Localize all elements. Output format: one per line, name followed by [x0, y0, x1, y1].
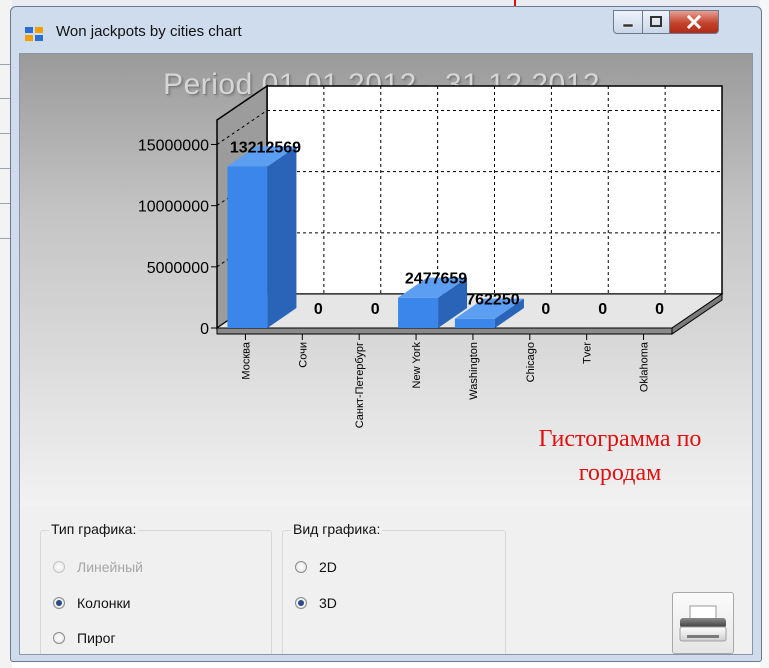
chart-type-group: Тип графика: Линейный Колонки Пирог — [40, 521, 272, 654]
chart-view-group: Вид графика: 2D 3D — [282, 521, 506, 654]
bar-value-label: 0 — [371, 301, 380, 318]
x-axis-category-label: Москва — [240, 341, 252, 379]
minimize-icon — [622, 23, 634, 28]
y-axis-tick-label: 15000000 — [138, 137, 209, 154]
minimize-button[interactable] — [613, 10, 643, 34]
bar-value-label: 0 — [598, 301, 607, 318]
bar-value-label: 0 — [314, 301, 323, 318]
x-axis-category-label: Санкт-Петербург — [354, 342, 366, 428]
radio-pie-circle — [53, 632, 65, 644]
bar-value-label: 13212569 — [230, 139, 301, 156]
close-button[interactable] — [669, 10, 719, 34]
x-axis-category-label: Washington — [468, 342, 480, 400]
client-area: Period 01.01.2012 - 31.12.2012. 0 5000000… — [19, 53, 753, 655]
close-icon — [686, 14, 702, 30]
radio-line-circle — [53, 561, 65, 573]
radio-line-label: Линейный — [77, 559, 143, 575]
bar-value-label: 0 — [541, 301, 550, 318]
annotation-line-1: Гистограмма по — [538, 426, 702, 452]
chart-type-legend: Тип графика: — [49, 521, 139, 537]
bar — [398, 297, 439, 328]
chart-window: Won jackpots by cities chart Period 01.0… — [10, 6, 762, 662]
maximize-button[interactable] — [642, 10, 670, 34]
y-axis-tick-label: 10000000 — [138, 199, 209, 216]
y-axis-tick-label: 0 — [200, 321, 209, 338]
annotation-text: Гистограмма по городам — [480, 422, 752, 490]
radio-columns-label: Колонки — [77, 595, 131, 611]
chart-area: Period 01.01.2012 - 31.12.2012. 0 5000000… — [20, 54, 752, 506]
window-title: Won jackpots by cities chart — [56, 23, 242, 40]
app-icon — [25, 27, 43, 41]
radio-2d-label: 2D — [319, 559, 337, 575]
annotation-line-2: городам — [578, 460, 662, 486]
radio-3d-circle — [295, 597, 307, 609]
title-bar[interactable]: Won jackpots by cities chart — [11, 7, 761, 51]
y-axis-tick-label: 5000000 — [147, 260, 209, 277]
radio-2d-circle — [295, 561, 307, 573]
radio-columns-circle — [53, 597, 65, 609]
x-axis-category-label: Tver — [582, 342, 594, 364]
bar-side — [267, 146, 297, 328]
bar-value-label: 0 — [655, 301, 664, 318]
x-axis-category-label: New York — [411, 342, 423, 389]
bar — [454, 318, 495, 328]
x-axis-category-label: Сочи — [297, 342, 309, 368]
x-axis-category-label: Chicago — [525, 342, 537, 382]
maximize-icon — [650, 16, 662, 27]
bar-value-label: 762250 — [466, 292, 519, 309]
bar — [227, 166, 268, 328]
radio-pie-label: Пирог — [77, 630, 116, 646]
radio-3d-label: 3D — [319, 595, 337, 611]
chart-floor-edge — [216, 327, 673, 335]
printer-icon — [679, 605, 727, 642]
x-axis-category-label: Oklahoma — [639, 341, 651, 392]
print-button[interactable] — [672, 592, 734, 654]
bar-value-label: 2477659 — [405, 271, 467, 288]
chart-view-legend: Вид графика: — [291, 521, 383, 537]
